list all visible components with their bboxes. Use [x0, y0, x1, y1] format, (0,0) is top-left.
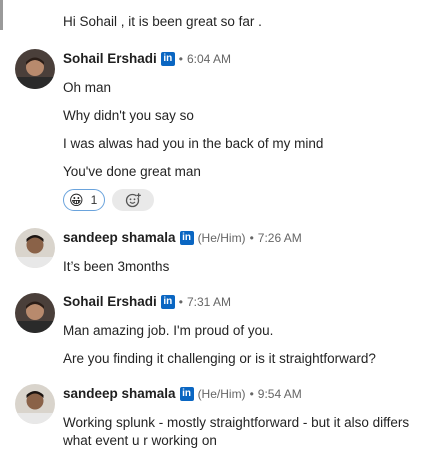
avatar-sohail[interactable]	[15, 293, 55, 333]
scroll-rail	[0, 0, 3, 30]
timestamp: 7:31 AM	[186, 294, 232, 309]
linkedin-badge-icon: in	[179, 386, 194, 401]
reaction-count: 1	[90, 193, 98, 207]
message-text: Oh man	[63, 80, 112, 95]
reaction-pill[interactable]: 😀 1	[63, 189, 105, 211]
message-text: Working splunk - mostly straightforward …	[63, 415, 410, 448]
pronouns: (He/Him)	[197, 230, 246, 245]
add-reaction-button[interactable]	[112, 189, 154, 211]
message-text: It’s been 3months	[63, 259, 170, 274]
message-text: Are you finding it challenging or is it …	[63, 351, 376, 366]
avatar-sandeep[interactable]	[15, 384, 55, 424]
author-name[interactable]: Sohail Ershadi	[63, 294, 157, 309]
linkedin-badge-icon: in	[179, 230, 194, 245]
avatar-sohail[interactable]	[15, 49, 55, 89]
linkedin-badge-icon: in	[160, 294, 175, 309]
add-reaction-icon	[125, 193, 141, 208]
message-header: sandeep shamala in (He/Him) • 9:54 AM	[63, 386, 302, 401]
pronouns: (He/Him)	[197, 386, 246, 401]
author-name[interactable]: sandeep shamala	[63, 386, 176, 401]
message-text: Why didn't you say so	[63, 108, 194, 123]
timestamp: 6:04 AM	[186, 51, 232, 66]
message-text: You've done great man	[63, 164, 201, 179]
separator-dot: •	[178, 294, 183, 309]
timestamp: 9:54 AM	[257, 386, 302, 401]
message-text: Man amazing job. I'm proud of you.	[63, 323, 274, 338]
author-name[interactable]: sandeep shamala	[63, 230, 176, 245]
message-text: I was alwas had you in the back of my mi…	[63, 136, 324, 151]
separator-dot: •	[178, 51, 183, 66]
author-name[interactable]: Sohail Ershadi	[63, 51, 157, 66]
separator-dot: •	[249, 230, 254, 245]
message-text: Hi Sohail , it is been great so far .	[63, 14, 262, 29]
separator-dot: •	[249, 386, 254, 401]
grin-emoji-icon: 😀	[69, 192, 84, 208]
linkedin-badge-icon: in	[160, 51, 175, 66]
message-header: Sohail Ershadi in • 7:31 AM	[63, 294, 231, 309]
timestamp: 7:26 AM	[257, 230, 302, 245]
avatar-sandeep[interactable]	[15, 228, 55, 268]
message-header: sandeep shamala in (He/Him) • 7:26 AM	[63, 230, 302, 245]
message-header: Sohail Ershadi in • 6:04 AM	[63, 51, 231, 66]
